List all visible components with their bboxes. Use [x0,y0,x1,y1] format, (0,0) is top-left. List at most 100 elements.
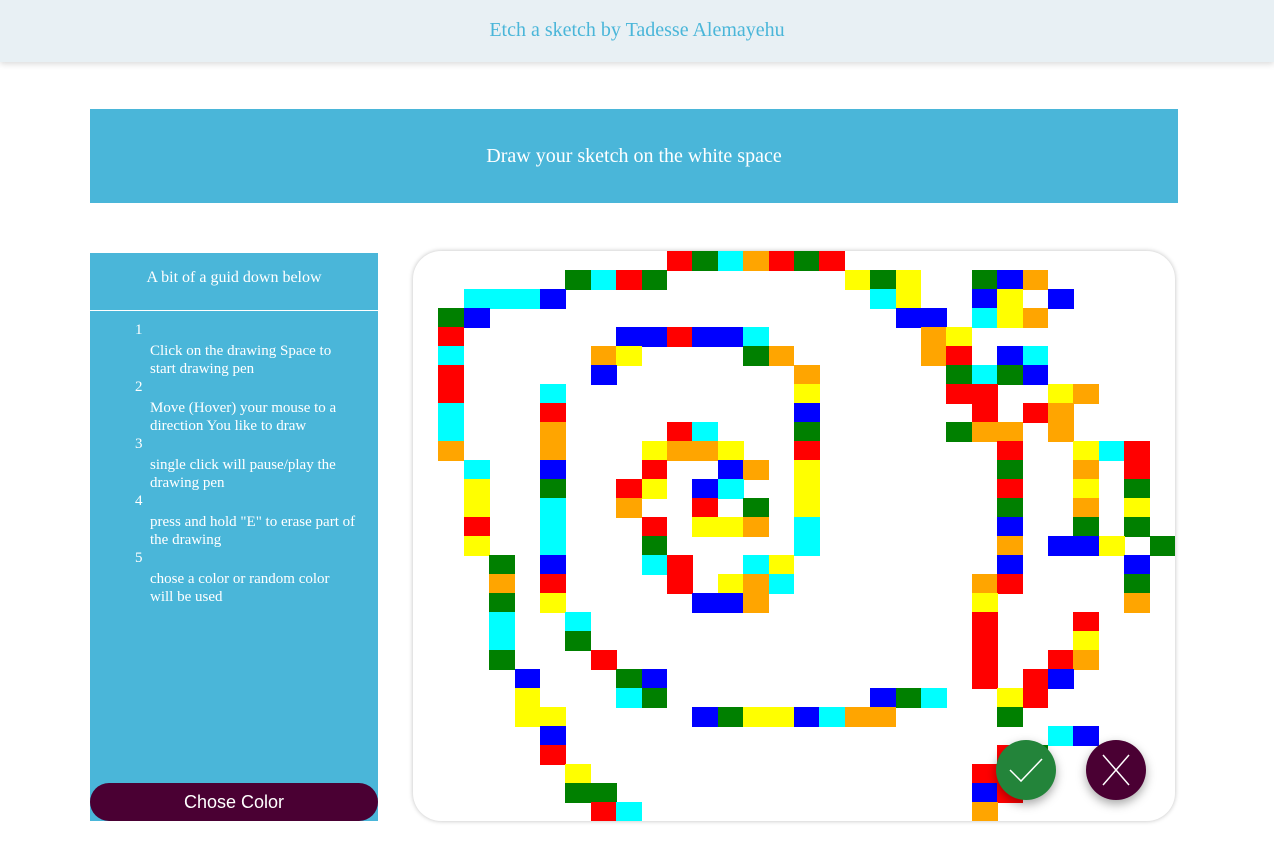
sketch-cell [743,327,770,347]
sketch-cell [1048,422,1074,442]
guide-steps: 1 Click on the drawing Space to start dr… [90,311,378,606]
sketch-cell [540,441,566,461]
sketch-cell [540,555,566,575]
sketch-cell [971,308,998,328]
sketch-cell [1022,403,1049,423]
sketch-cell [590,650,617,670]
sketch-cell [438,441,465,461]
sketch-cell [1022,346,1049,366]
sketch-cell [590,783,617,803]
clear-button[interactable] [1086,740,1146,800]
sketch-cell [1022,270,1049,290]
sketch-cell [997,517,1024,537]
sketch-cell [717,707,744,727]
sketch-cell [971,403,998,423]
sketch-cell [870,270,897,290]
sketch-cell [895,688,922,708]
sketch-cell [768,555,795,575]
sketch-grid[interactable] [413,251,1175,821]
sketch-cell [540,536,566,556]
step-number: 4 [135,493,143,509]
sketch-cell [1022,688,1049,708]
sketch-cell [895,289,922,309]
sketch-cell [1022,308,1049,328]
sketch-cell [971,650,998,670]
sketch-cell [1124,593,1151,613]
app-title: Etch a sketch by Tadesse Alemayehu [489,19,785,41]
sketch-cell [794,403,820,423]
sketch-cell [997,688,1024,708]
sketch-cell [616,270,643,290]
sketch-cell [540,745,566,765]
sketch-cell [616,802,643,821]
sketch-cell [1124,460,1151,480]
sketch-cell [616,346,643,366]
sketch-cell [971,802,998,821]
drawing-canvas[interactable] [413,251,1175,821]
sketch-cell [1022,669,1049,689]
sketch-cell [540,498,566,518]
sketch-cell [794,251,820,271]
sketch-cell [717,327,744,347]
sketch-cell [743,251,770,271]
confirm-button[interactable] [996,740,1056,800]
sketch-cell [794,441,820,461]
sketch-cell [565,783,592,803]
sketch-cell [971,783,998,803]
sketch-cell [438,327,465,347]
sketch-cell [438,422,465,442]
sketch-cell [692,707,719,727]
sketch-cell [590,346,617,366]
guide-panel: A bit of a guid down below 1 Click on th… [90,253,378,821]
sketch-cell [590,365,617,385]
sketch-cell [692,498,719,518]
sketch-cell [794,479,820,499]
sketch-cell [997,574,1024,594]
sketch-cell [794,498,820,518]
guide-step: 2 Move (Hover) your mouse to a direction… [90,378,378,435]
sketch-cell [819,707,846,727]
sketch-cell [590,270,617,290]
sketch-cell [997,346,1024,366]
sketch-cell [489,612,516,632]
sketch-cell [1124,574,1151,594]
sketch-cell [1073,479,1100,499]
sketch-cell [616,327,643,347]
sketch-cell [1073,460,1100,480]
sketch-cell [667,327,693,347]
sketch-cell [997,536,1024,556]
sketch-cell [743,555,770,575]
sketch-cell [641,327,668,347]
sketch-cell [1073,384,1100,404]
sketch-cell [616,669,643,689]
sketch-cell [489,574,516,594]
choose-color-button[interactable]: Chose Color [90,783,378,821]
sketch-cell [565,612,592,632]
sketch-cell [1073,612,1100,632]
sketch-cell [1073,536,1100,556]
sketch-cell [768,251,795,271]
sketch-cell [794,384,820,404]
sketch-cell [971,365,998,385]
sketch-cell [438,403,465,423]
sketch-cell [641,517,668,537]
sketch-cell [667,251,693,271]
sketch-cell [438,346,465,366]
sketch-cell [870,707,897,727]
sketch-cell [946,422,973,442]
sketch-cell [514,669,541,689]
sketch-cell [971,669,998,689]
sketch-cell [997,422,1024,442]
step-number: 2 [135,379,143,395]
sketch-cell [997,289,1024,309]
sketch-cell [616,688,643,708]
sketch-cell [616,498,643,518]
sketch-cell [489,631,516,651]
sketch-cell [946,365,973,385]
sketch-cell [768,707,795,727]
sketch-cell [717,517,744,537]
sketch-cell [641,441,668,461]
sketch-cell [794,422,820,442]
sketch-cell [463,498,490,518]
sketch-cell [895,308,922,328]
